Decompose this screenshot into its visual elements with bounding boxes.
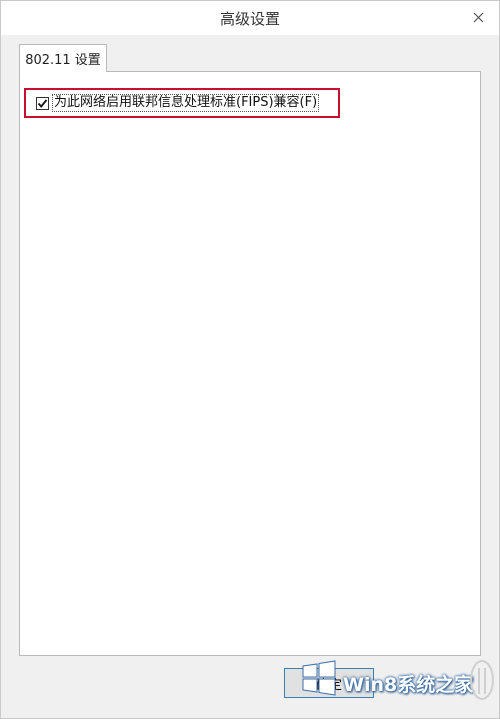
close-button[interactable] [465,6,491,28]
ok-button[interactable]: 确定 [284,668,374,698]
close-icon [473,12,483,22]
fips-setting-row[interactable]: 为此网络启用联邦信息处理标准(FIPS)兼容(F) [24,88,340,118]
watermark-mark-icon [470,660,494,700]
window-title: 高级设置 [219,10,280,28]
fips-checkbox-label: 为此网络启用联邦信息处理标准(FIPS)兼容(F) [52,94,320,112]
checkmark-icon [37,98,48,108]
title-bar: 高级设置 [1,1,499,35]
advanced-settings-window: 高级设置 802.11 设置 为此网络启用联邦信息处理标准(FIPS)兼容(F)… [0,0,500,719]
tab-panel: 为此网络启用联邦信息处理标准(FIPS)兼容(F) [19,71,481,656]
fips-checkbox[interactable] [36,96,49,110]
tab-80211-settings[interactable]: 802.11 设置 [19,44,107,72]
